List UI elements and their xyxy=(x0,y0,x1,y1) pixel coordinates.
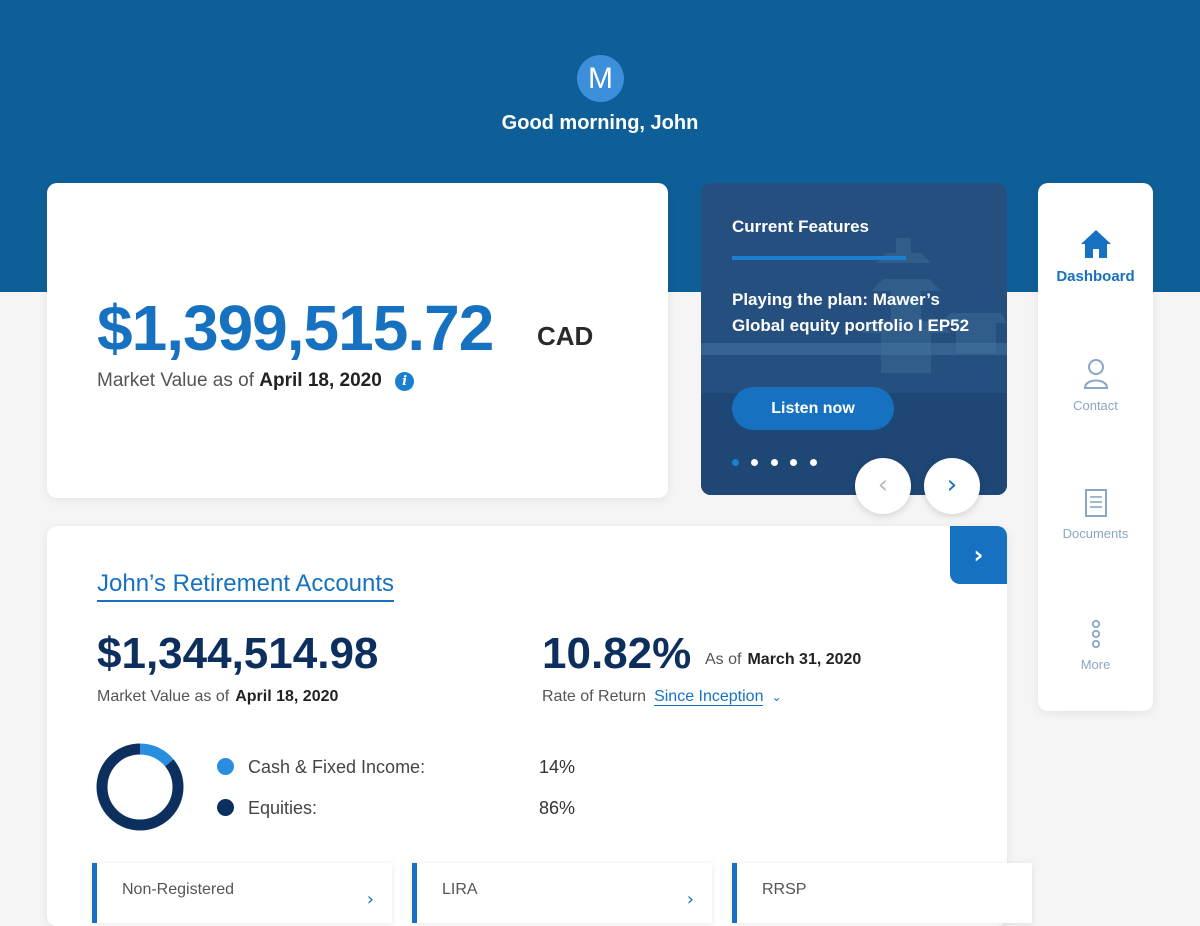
more-vertical-icon xyxy=(1091,619,1100,649)
nav-label: More xyxy=(1080,657,1111,672)
portfolio-value-card: $1,399,515.72 CAD Market Value as of Apr… xyxy=(47,183,668,498)
asof-label: As of xyxy=(705,651,742,668)
carousel-dot[interactable] xyxy=(732,459,739,466)
home-icon xyxy=(1080,230,1111,258)
sub-account-label: Non-Registered xyxy=(122,881,235,898)
allocation-donut-chart xyxy=(96,743,184,831)
sub-account-rrsp[interactable]: RRSP xyxy=(732,863,1032,923)
sub-account-label: LIRA xyxy=(442,881,478,898)
feature-headline[interactable]: Playing the plan: Mawer’s Global equity … xyxy=(732,287,972,339)
nav-documents[interactable]: Documents xyxy=(1038,488,1153,541)
rate-of-return-asof: As of March 31, 2020 xyxy=(705,651,861,669)
asof-date: March 31, 2020 xyxy=(747,651,862,668)
sub-account-lira[interactable]: LIRA › xyxy=(412,863,712,923)
portfolio-amount: $1,399,515.72 xyxy=(97,292,494,364)
period-selector[interactable]: Since Inception xyxy=(654,688,764,706)
document-icon xyxy=(1084,489,1107,517)
rate-of-return-value: 10.82% xyxy=(542,629,692,678)
nav-label: Dashboard xyxy=(1056,268,1135,285)
carousel-dot[interactable] xyxy=(770,459,778,466)
person-icon xyxy=(1083,359,1108,389)
market-value-date: April 18, 2020 xyxy=(235,688,339,705)
avatar[interactable]: M xyxy=(577,55,624,102)
accounts-market-value-caption: Market Value as of April 18, 2020 xyxy=(97,688,338,706)
features-title-underline xyxy=(732,256,906,260)
nav-label: Documents xyxy=(1062,526,1129,541)
sub-account-label: RRSP xyxy=(762,881,807,898)
carousel-dot[interactable] xyxy=(809,459,817,466)
accounts-amount: $1,344,514.98 xyxy=(97,629,379,678)
carousel-next-button[interactable]: › xyxy=(924,458,980,514)
carousel-dots xyxy=(732,453,825,466)
nav-more[interactable]: More xyxy=(1038,619,1153,672)
nav-label: Contact xyxy=(1073,398,1118,413)
legend-cash-fixed-income: Cash & Fixed Income: xyxy=(217,757,425,778)
nav-dashboard[interactable]: Dashboard xyxy=(1038,228,1153,285)
market-value-caption: Market Value as of April 18, 2020 i xyxy=(97,370,415,392)
chevron-down-icon[interactable]: ⌄ xyxy=(771,690,781,704)
carousel-prev-button[interactable]: ‹ xyxy=(855,458,911,514)
current-features-card: Current Features Playing the plan: Mawer… xyxy=(701,183,1007,495)
side-navigation: Dashboard Contact Documents More xyxy=(1038,183,1153,711)
accounts-open-button[interactable]: › xyxy=(950,526,1007,584)
accounts-title-link[interactable]: John’s Retirement Accounts xyxy=(97,570,395,602)
sub-account-non-registered[interactable]: Non-Registered › xyxy=(92,863,392,923)
retirement-accounts-card: John’s Retirement Accounts $1,344,514.98… xyxy=(47,526,1032,926)
legend-label: Equities: xyxy=(248,798,318,818)
legend-percent: 14% xyxy=(539,757,576,777)
listen-now-button[interactable]: Listen now xyxy=(732,387,894,430)
legend-percent: 86% xyxy=(539,798,576,818)
legend-dot xyxy=(217,758,234,775)
legend-equities: Equities: xyxy=(217,798,317,819)
rate-of-return-caption: Rate of Return Since Inception ⌄ xyxy=(542,688,782,706)
rate-of-return-label: Rate of Return xyxy=(542,688,647,705)
legend-label: Cash & Fixed Income: xyxy=(248,757,426,777)
legend-dot xyxy=(217,799,234,816)
info-icon[interactable]: i xyxy=(395,372,415,391)
market-value-label: Market Value as of xyxy=(97,688,230,705)
currency-label: CAD xyxy=(537,321,594,351)
market-value-label: Market Value as of xyxy=(97,370,255,391)
nav-contact[interactable]: Contact xyxy=(1038,358,1153,413)
greeting-text: Good morning, John xyxy=(501,112,699,134)
market-value-date: April 18, 2020 xyxy=(259,370,382,391)
features-title: Current Features xyxy=(732,217,869,236)
